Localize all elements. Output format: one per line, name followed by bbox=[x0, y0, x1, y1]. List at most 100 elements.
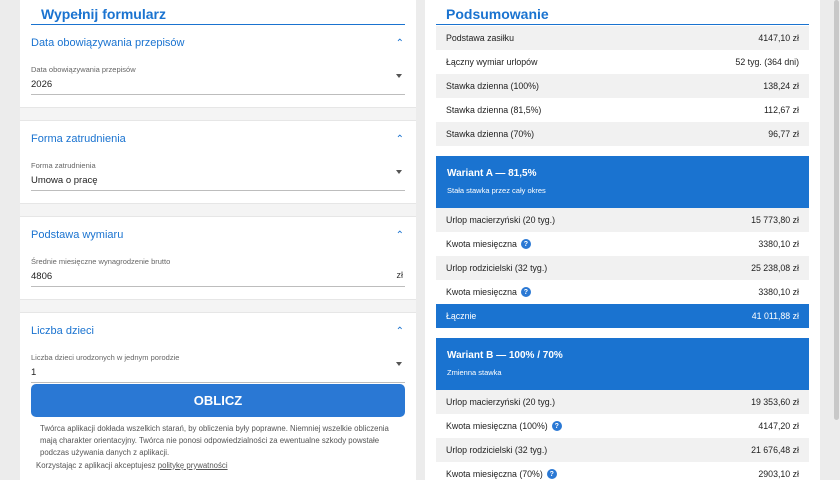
employment-select[interactable]: Forma zatrudnienia Umowa o pracę bbox=[31, 157, 405, 191]
variant-a-row: Kwota miesięczna? 3380,10 zł bbox=[436, 232, 809, 256]
help-icon[interactable]: ? bbox=[546, 469, 557, 480]
section-divider bbox=[20, 203, 416, 217]
section-date-heading: Data obowiązywania przepisów bbox=[31, 37, 185, 49]
section-employment-header[interactable]: Forma zatrudnienia ⌃ bbox=[20, 121, 416, 157]
variant-row-label-text: Kwota miesięczna (70%) bbox=[446, 468, 543, 479]
variant-a-total: Łącznie 41 011,88 zł bbox=[436, 304, 809, 328]
summary-title: Podsumowanie bbox=[436, 0, 809, 25]
variant-row-value: 3380,10 zł bbox=[758, 239, 799, 249]
variant-row-value: 25 238,08 zł bbox=[751, 263, 799, 273]
privacy-prefix: Korzystając z aplikacji akceptujesz bbox=[36, 460, 158, 470]
help-icon[interactable]: ? bbox=[520, 239, 531, 250]
variant-a-subtitle: Stała stawka przez cały okres bbox=[447, 186, 546, 195]
date-select-label: Data obowiązywania przepisów bbox=[31, 65, 136, 74]
variant-row-value: 4147,20 zł bbox=[758, 421, 799, 431]
section-date: Data obowiązywania przepisów ⌃ Data obow… bbox=[20, 25, 416, 107]
section-date-header[interactable]: Data obowiązywania przepisów ⌃ bbox=[20, 25, 416, 61]
summary-row-value: 96,77 zł bbox=[768, 129, 799, 139]
employment-select-label: Forma zatrudnienia bbox=[31, 161, 96, 170]
variant-row-label: Urlop macierzyński (20 tyg.) bbox=[446, 397, 556, 407]
dropdown-arrow-icon[interactable] bbox=[396, 74, 402, 78]
privacy-line: Korzystając z aplikacji akceptujesz poli… bbox=[36, 460, 396, 472]
variant-a-row: Urlop rodzicielski (32 tyg.) 25 238,08 z… bbox=[436, 256, 809, 280]
variant-row-label: Kwota miesięczna? bbox=[446, 287, 531, 298]
summary-row-label: Podstawa zasiłku bbox=[446, 33, 514, 43]
help-icon[interactable]: ? bbox=[520, 287, 531, 298]
salary-input-value[interactable]: 4806 bbox=[31, 271, 405, 282]
summary-row: Łączny wymiar urlopów 52 tyg. (364 dni) bbox=[436, 50, 809, 74]
section-base: Podstawa wymiaru ⌃ Średnie miesięczne wy… bbox=[20, 217, 416, 299]
chevron-up-icon[interactable]: ⌃ bbox=[396, 134, 404, 145]
variant-row-value: 21 676,48 zł bbox=[751, 445, 799, 455]
summary-row-value: 52 tyg. (364 dni) bbox=[735, 57, 799, 67]
privacy-policy-link[interactable]: politykę prywatności bbox=[158, 461, 228, 470]
variant-a-row: Urlop macierzyński (20 tyg.) 15 773,80 z… bbox=[436, 208, 809, 232]
variant-row-label: Urlop macierzyński (20 tyg.) bbox=[446, 215, 556, 225]
section-children-header[interactable]: Liczba dzieci ⌃ bbox=[20, 313, 416, 349]
children-select[interactable]: Liczba dzieci urodzonych w jednym porodz… bbox=[31, 349, 405, 383]
variant-b-row: Kwota miesięczna (100%)? 4147,20 zł bbox=[436, 414, 809, 438]
variant-a-header: Wariant A — 81,5% Stała stawka przez cał… bbox=[436, 156, 809, 208]
summary-row: Stawka dzienna (81,5%) 112,67 zł bbox=[436, 98, 809, 122]
variant-row-label: Kwota miesięczna (100%)? bbox=[446, 421, 562, 432]
total-label: Łącznie bbox=[446, 311, 477, 321]
variant-a-title: Wariant A — 81,5% bbox=[447, 168, 537, 179]
salary-input[interactable]: Średnie miesięczne wynagrodzenie brutto … bbox=[31, 253, 405, 287]
chevron-up-icon[interactable]: ⌃ bbox=[396, 230, 404, 241]
variant-row-label-text: Kwota miesięczna (100%) bbox=[446, 420, 548, 431]
summary-row-label: Stawka dzienna (81,5%) bbox=[446, 105, 542, 115]
variant-row-label: Kwota miesięczna? bbox=[446, 239, 531, 250]
page-scrollbar[interactable] bbox=[834, 0, 839, 420]
employment-select-value: Umowa o pracę bbox=[31, 175, 98, 186]
salary-input-label: Średnie miesięczne wynagrodzenie brutto bbox=[31, 257, 171, 266]
variant-b-row: Urlop macierzyński (20 tyg.) 19 353,60 z… bbox=[436, 390, 809, 414]
variant-row-label: Kwota miesięczna (70%)? bbox=[446, 469, 557, 480]
variant-a-row: Kwota miesięczna? 3380,10 zł bbox=[436, 280, 809, 304]
summary-row-value: 4147,10 zł bbox=[758, 33, 799, 43]
variant-row-label-text: Kwota miesięczna bbox=[446, 238, 517, 249]
variant-row-value: 19 353,60 zł bbox=[751, 397, 799, 407]
section-employment-heading: Forma zatrudnienia bbox=[31, 133, 126, 145]
summary-row-value: 112,67 zł bbox=[763, 105, 799, 115]
summary-panel: Podsumowanie Podstawa zasiłku 4147,10 zł… bbox=[425, 0, 820, 480]
summary-row-label: Łączny wymiar urlopów bbox=[446, 57, 538, 67]
summary-row-label: Stawka dzienna (70%) bbox=[446, 129, 535, 139]
variant-row-label: Urlop rodzicielski (32 tyg.) bbox=[446, 445, 548, 455]
form-panel: Wypełnij formularz Data obowiązywania pr… bbox=[20, 0, 416, 480]
section-divider bbox=[20, 299, 416, 313]
section-children: Liczba dzieci ⌃ Liczba dzieci urodzonych… bbox=[20, 313, 416, 383]
variant-b-subtitle: Zmienna stawka bbox=[447, 368, 502, 377]
section-divider bbox=[20, 107, 416, 121]
variant-row-label-text: Kwota miesięczna bbox=[446, 286, 517, 297]
variant-row-value: 3380,10 zł bbox=[758, 287, 799, 297]
summary-row: Podstawa zasiłku 4147,10 zł bbox=[436, 26, 809, 50]
section-employment: Forma zatrudnienia ⌃ Forma zatrudnienia … bbox=[20, 121, 416, 203]
section-base-header[interactable]: Podstawa wymiaru ⌃ bbox=[20, 217, 416, 253]
variant-row-value: 2903,10 zł bbox=[758, 469, 799, 479]
variant-b-title: Wariant B — 100% / 70% bbox=[447, 350, 563, 361]
summary-row-label: Stawka dzienna (100%) bbox=[446, 81, 539, 91]
help-icon[interactable]: ? bbox=[551, 421, 562, 432]
form-title: Wypełnij formularz bbox=[31, 0, 405, 25]
currency-unit: zł bbox=[396, 270, 404, 280]
date-select[interactable]: Data obowiązywania przepisów 2026 bbox=[31, 61, 405, 95]
summary-row: Stawka dzienna (100%) 138,24 zł bbox=[436, 74, 809, 98]
dropdown-arrow-icon[interactable] bbox=[396, 170, 402, 174]
section-base-heading: Podstawa wymiaru bbox=[31, 229, 124, 241]
disclaimer-text: Twórca aplikacji dokłada wszelkich stara… bbox=[40, 424, 389, 458]
section-children-heading: Liczba dzieci bbox=[31, 325, 94, 337]
variant-row-value: 15 773,80 zł bbox=[751, 215, 799, 225]
chevron-up-icon[interactable]: ⌃ bbox=[396, 326, 404, 337]
summary-row: Stawka dzienna (70%) 96,77 zł bbox=[436, 122, 809, 146]
variant-b-header: Wariant B — 100% / 70% Zmienna stawka bbox=[436, 338, 809, 390]
calculate-button[interactable]: OBLICZ bbox=[31, 384, 405, 417]
variant-row-label: Urlop rodzicielski (32 tyg.) bbox=[446, 263, 548, 273]
children-select-label: Liczba dzieci urodzonych w jednym porodz… bbox=[31, 353, 180, 362]
variant-b-row: Urlop rodzicielski (32 tyg.) 21 676,48 z… bbox=[436, 438, 809, 462]
dropdown-arrow-icon[interactable] bbox=[396, 362, 402, 366]
chevron-up-icon[interactable]: ⌃ bbox=[396, 38, 404, 49]
date-select-value: 2026 bbox=[31, 79, 53, 90]
variant-b-row: Kwota miesięczna (70%)? 2903,10 zł bbox=[436, 462, 809, 480]
summary-row-value: 138,24 zł bbox=[763, 81, 799, 91]
total-value: 41 011,88 zł bbox=[751, 311, 799, 321]
